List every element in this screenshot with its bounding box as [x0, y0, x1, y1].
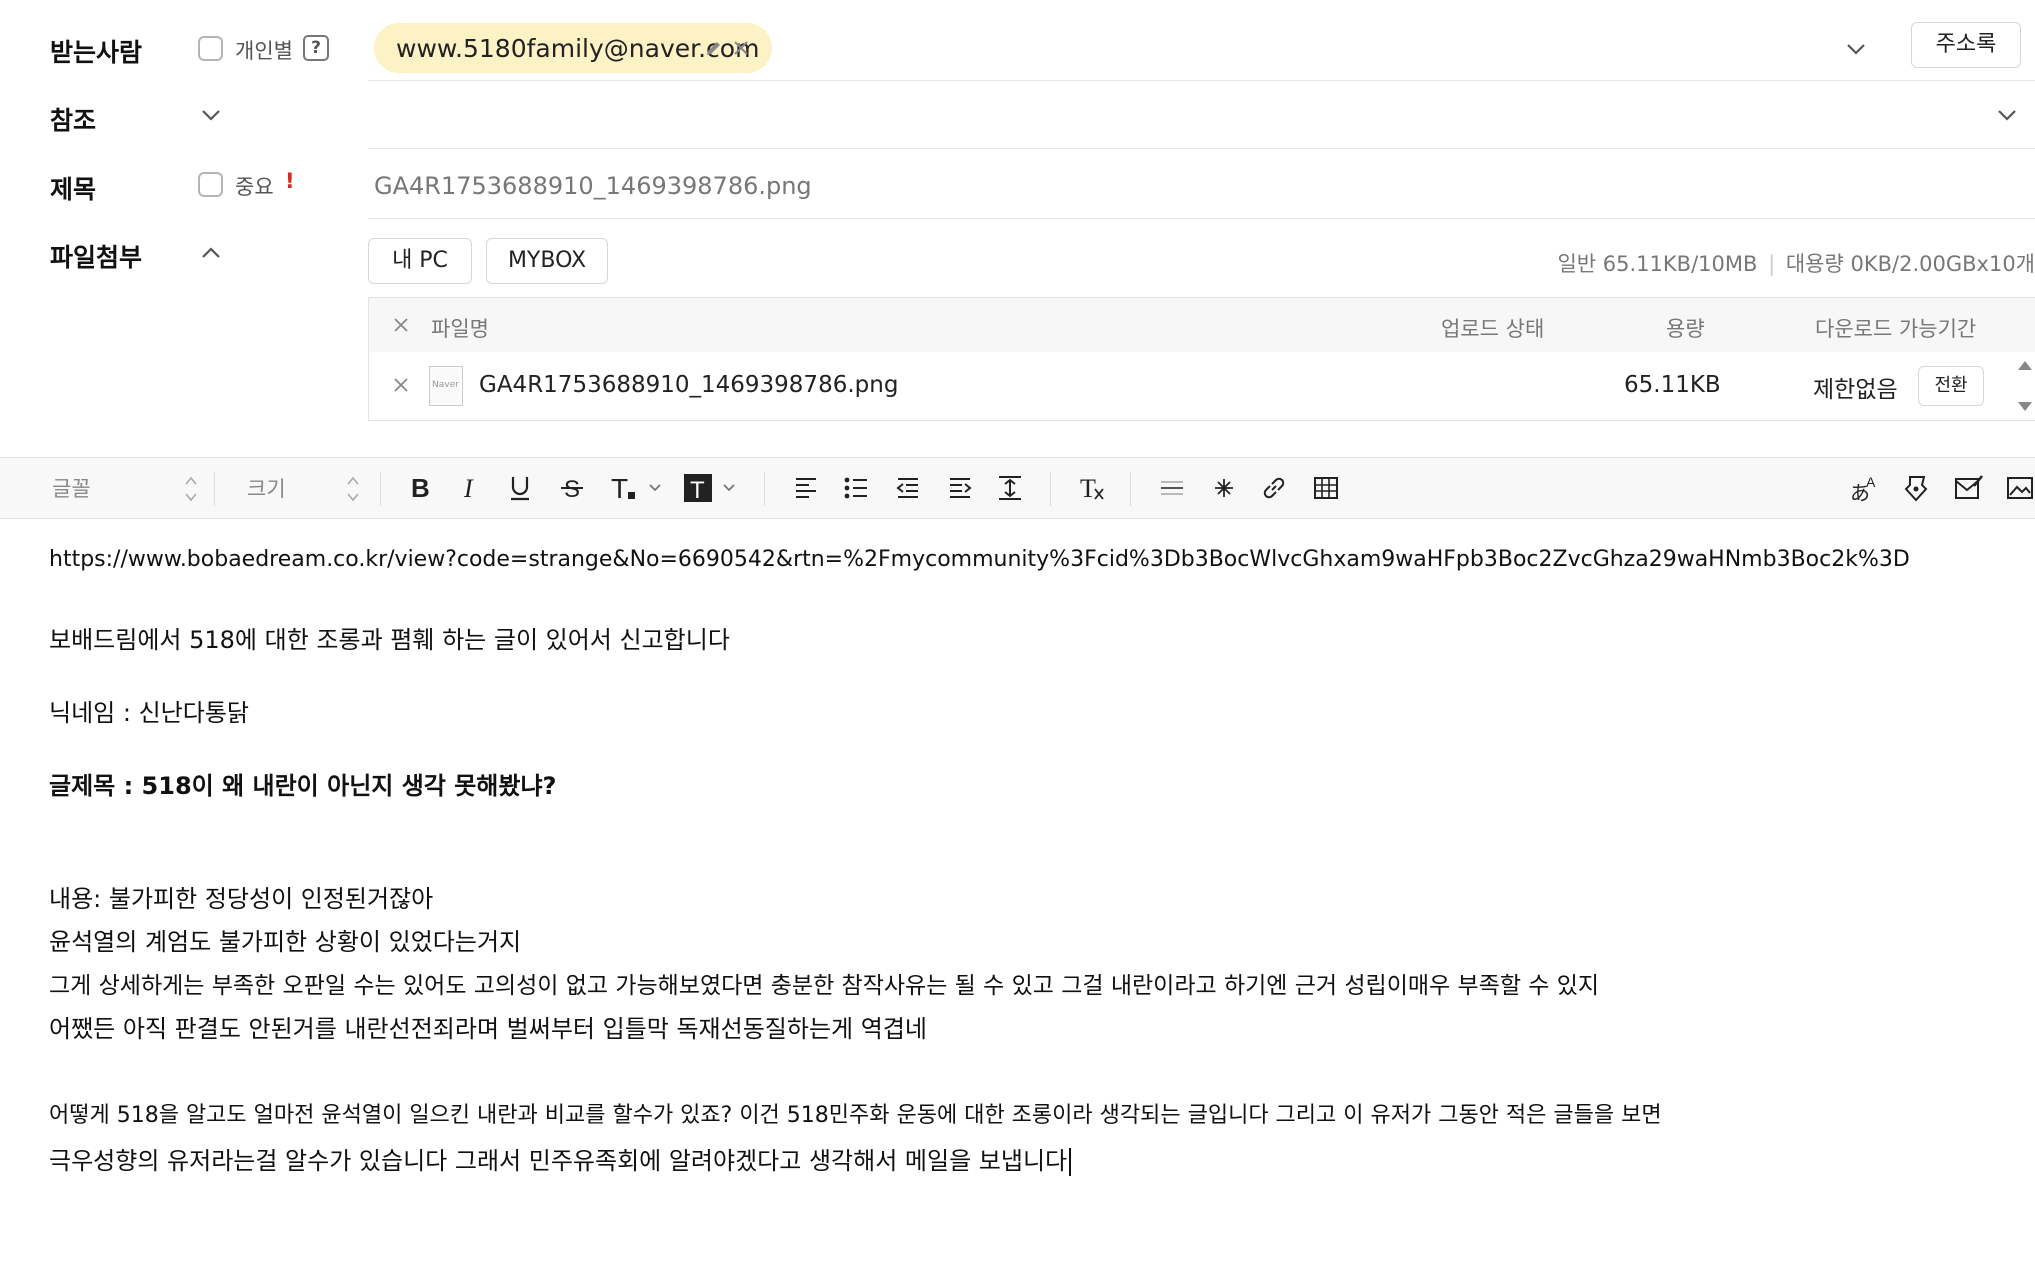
subject-label: 제목 [50, 175, 97, 204]
important-label: 중요 [235, 175, 274, 199]
divider [368, 80, 2035, 81]
recipient-chip[interactable]: www.5180family@naver.com [374, 23, 772, 73]
quota-normal: 일반 65.11KB/10MB [1557, 252, 1758, 276]
important-mark: ! [285, 169, 295, 193]
quota-separator: | [1768, 252, 1776, 276]
file-row: Naver GA4R1753688910_1469398786.png 65.1… [369, 352, 2035, 420]
body-line: 글제목 : 518이 왜 내란이 아닌지 생각 못해봤냐? [49, 772, 557, 800]
toolbar-separator [1130, 472, 1131, 506]
font-select[interactable]: 글꼴 [0, 458, 212, 518]
editor-toolbar: 글꼴 크기 B I S T T T あ A [0, 457, 2035, 519]
chevron-down-icon[interactable] [1843, 36, 1869, 62]
file-thumbnail-text: Naver [432, 380, 459, 390]
chevron-down-icon[interactable] [198, 102, 224, 128]
link-icon[interactable] [1258, 472, 1290, 504]
body-line: 닉네임 : 신난다통닭 [49, 699, 249, 727]
svg-text:S: S [564, 476, 580, 503]
outdent-icon[interactable] [892, 472, 924, 504]
text-color-icon[interactable]: T [608, 472, 668, 504]
svg-text:T: T [1080, 474, 1096, 503]
background-color-icon[interactable]: T [682, 472, 742, 504]
file-thumbnail: Naver [429, 366, 463, 406]
underline-icon[interactable] [504, 472, 536, 504]
body-line: 내용: 불가피한 정당성이 인정된거잖아 [49, 885, 434, 913]
toolbar-separator [380, 472, 381, 506]
quota-info: 일반 65.11KB/10MB | 대용량 0KB/2.00GBx10개 [1557, 248, 2035, 278]
recipient-label: 받는사람 [50, 38, 143, 67]
size-select-label: 크기 [247, 477, 286, 501]
body-url: https://www.bobaedream.co.kr/view?code=s… [49, 547, 1910, 572]
col-size: 용량 [1666, 317, 1705, 341]
file-download-period: 제한없음 [1813, 377, 1898, 403]
chevron-down-icon[interactable] [1994, 102, 2020, 128]
body-line: 보배드림에서 518에 대한 조롱과 폄훼 하는 글이 있어서 신고합니다 [49, 626, 730, 654]
my-pc-button[interactable]: 내 PC [368, 238, 472, 284]
important-checkbox[interactable] [198, 172, 223, 197]
toolbar-separator [1050, 472, 1051, 506]
mybox-button[interactable]: MYBOX [486, 238, 608, 284]
scroll-up-icon[interactable] [2015, 358, 2035, 372]
text-caret [1069, 1148, 1072, 1176]
image-icon[interactable] [2004, 472, 2035, 504]
body-line-last: 극우성향의 유저라는걸 알수가 있습니다 그래서 민주유족회에 알려야겠다고 생… [49, 1141, 1072, 1176]
table-icon[interactable] [1310, 472, 1342, 504]
translate-icon[interactable]: あ A [1848, 472, 1884, 504]
strikethrough-icon[interactable]: S [556, 472, 588, 504]
horizontal-line-icon[interactable] [1156, 472, 1188, 504]
file-name: GA4R1753688910_1469398786.png [479, 372, 899, 398]
help-icon[interactable]: ? [303, 35, 329, 61]
toolbar-separator [764, 472, 765, 506]
svg-text:T: T [690, 477, 705, 504]
file-list-header: 파일명 업로드 상태 용량 다운로드 가능기간 [369, 298, 2035, 352]
updown-icon [185, 476, 197, 502]
attachment-label: 파일첨부 [50, 243, 143, 272]
signature-icon[interactable] [1900, 472, 1932, 504]
updown-icon [347, 476, 359, 502]
svg-text:A: A [1866, 474, 1876, 490]
file-size: 65.11KB [1624, 372, 1721, 398]
special-character-icon[interactable] [1208, 472, 1240, 504]
cc-label: 참조 [50, 106, 97, 135]
svg-text:I: I [463, 474, 474, 503]
body-line: 어떻게 518을 알고도 얼마전 윤석열이 일으킨 내란과 비교를 할수가 있죠… [49, 1103, 1662, 1128]
line-height-icon[interactable] [994, 472, 1026, 504]
font-select-label: 글꼴 [52, 477, 91, 501]
col-download-period: 다운로드 가능기간 [1815, 317, 1977, 341]
col-file-name: 파일명 [431, 317, 489, 341]
col-upload-status: 업로드 상태 [1441, 317, 1545, 341]
italic-icon[interactable]: I [454, 472, 486, 504]
svg-text:T: T [611, 473, 628, 504]
individual-label: 개인별 [235, 39, 293, 63]
pencil-icon[interactable] [704, 38, 724, 58]
close-icon[interactable] [393, 317, 409, 333]
convert-button[interactable]: 전환 [1918, 366, 1984, 406]
indent-icon[interactable] [944, 472, 976, 504]
svg-text:B: B [411, 473, 430, 503]
size-select[interactable]: 크기 [215, 458, 380, 518]
subject-input[interactable]: GA4R1753688910_1469398786.png [374, 172, 812, 200]
divider [368, 148, 2035, 149]
close-icon[interactable] [393, 377, 409, 393]
bullet-list-icon[interactable] [840, 472, 872, 504]
file-list: 파일명 업로드 상태 용량 다운로드 가능기간 Naver GA4R175368… [368, 297, 2035, 421]
stationery-icon[interactable] [1952, 472, 1984, 504]
body-line: 어쨌든 아직 판결도 안된거를 내란선전죄라며 벌써부터 입틀막 독재선동질하는… [49, 1015, 927, 1043]
align-left-icon[interactable] [790, 472, 822, 504]
body-line: 극우성향의 유저라는걸 알수가 있습니다 그래서 민주유족회에 알려야겠다고 생… [49, 1147, 1068, 1175]
bold-icon[interactable]: B [404, 472, 436, 504]
chevron-up-icon[interactable] [198, 240, 224, 266]
body-line: 윤석열의 계엄도 불가피한 상황이 있었다는거지 [49, 928, 522, 956]
address-book-button[interactable]: 주소록 [1911, 22, 2021, 68]
clear-format-icon[interactable]: T [1076, 472, 1108, 504]
quota-large: 대용량 0KB/2.00GBx10개 [1785, 252, 2035, 276]
divider [368, 218, 2035, 219]
scroll-down-icon[interactable] [2015, 400, 2035, 414]
individual-checkbox[interactable] [198, 36, 223, 61]
close-icon[interactable] [732, 39, 750, 57]
body-line: 그게 상세하게는 부족한 오판일 수는 있어도 고의성이 없고 가능해보였다면 … [49, 973, 1600, 999]
